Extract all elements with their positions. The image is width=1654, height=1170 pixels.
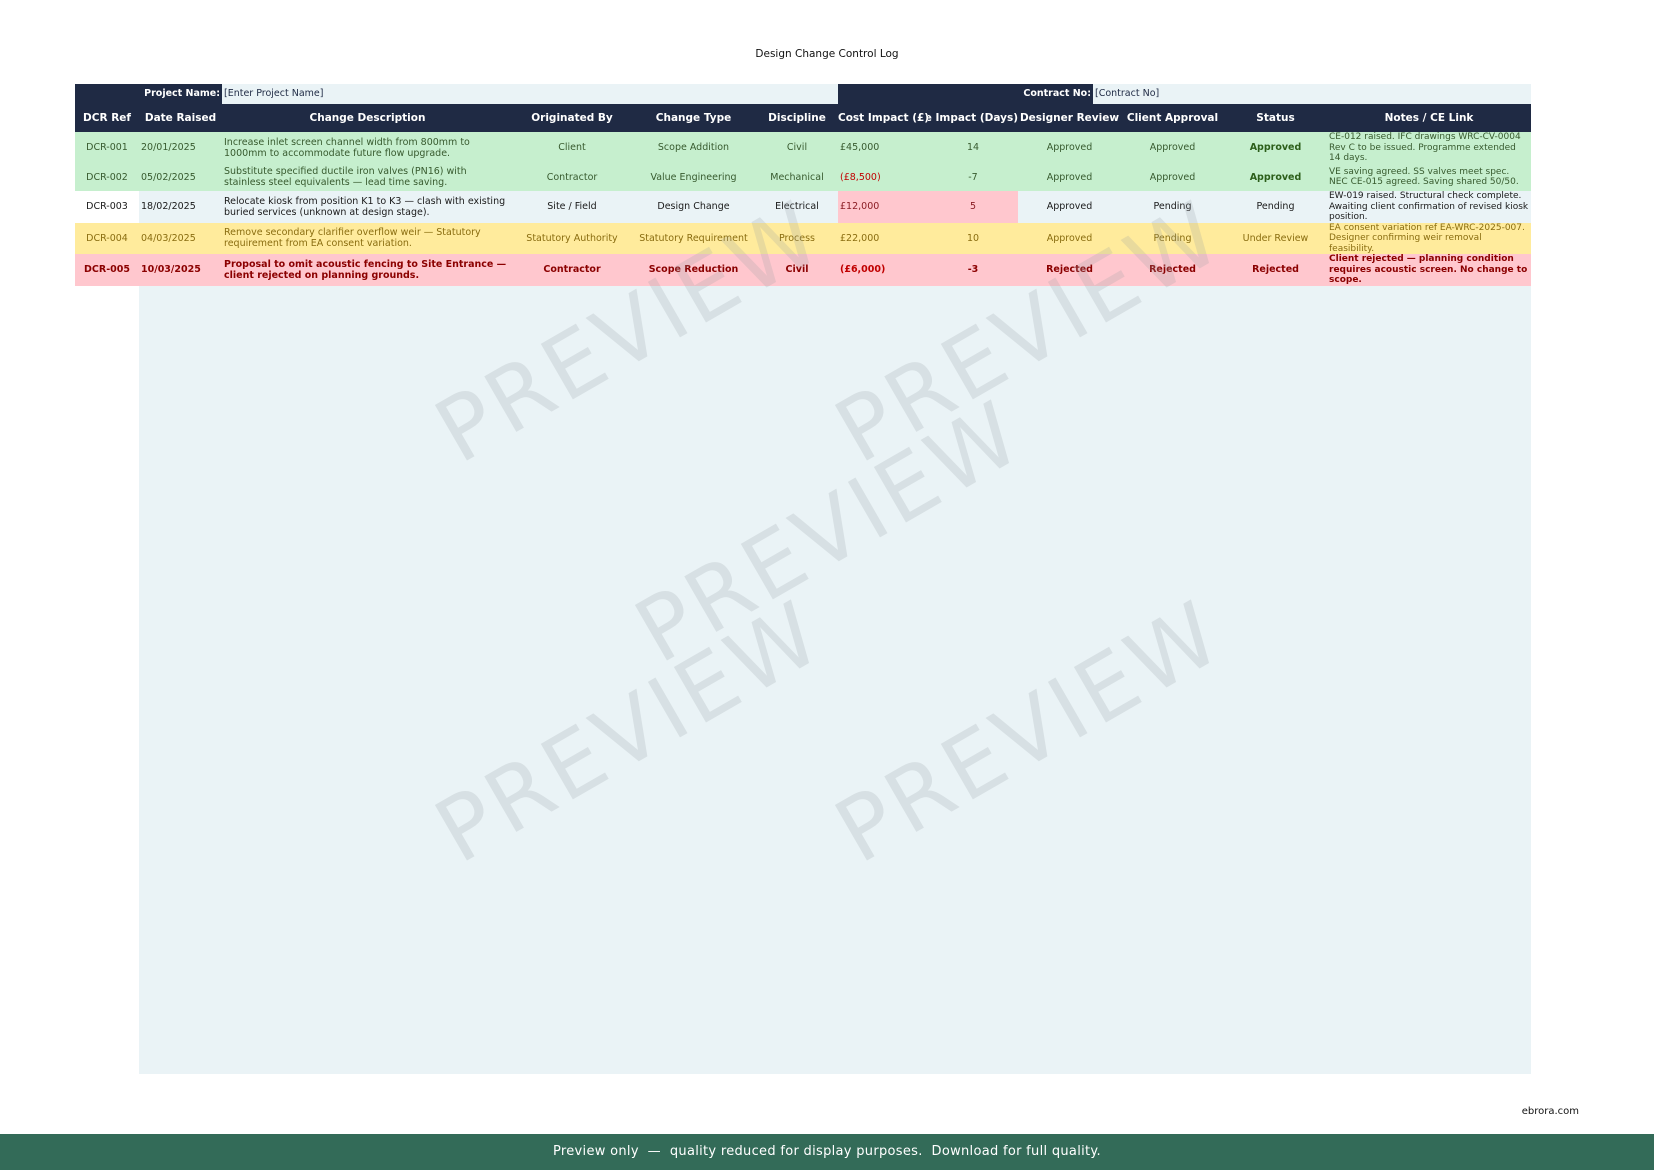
dcr-ref-cell[interactable]: DCR-005 (75, 254, 139, 286)
col-header-change-description[interactable]: Change Description (222, 104, 513, 132)
preview-footer-banner: Preview only — quality reduced for displ… (0, 1134, 1654, 1170)
time-impact-cell[interactable]: -7 (928, 163, 1018, 191)
description-cell[interactable]: Remove secondary clarifier overflow weir… (222, 222, 513, 254)
cost-impact-cell[interactable]: £22,000 (838, 222, 928, 254)
status-cell[interactable]: Approved (1224, 132, 1327, 164)
time-impact-cell[interactable]: -3 (928, 254, 1018, 286)
date-cell[interactable]: 18/02/2025 (139, 191, 222, 223)
time-impact-cell[interactable]: 10 (928, 222, 1018, 254)
col-header-time-impact[interactable]: Time Impact (Days) (928, 104, 1018, 132)
contract-no-field[interactable]: [Contract No] (1093, 84, 1531, 104)
designer-review-cell[interactable]: Approved (1018, 163, 1121, 191)
dcr-ref-cell[interactable]: DCR-004 (75, 222, 139, 254)
client-approval-cell[interactable]: Approved (1121, 132, 1224, 164)
status-cell[interactable]: Pending (1224, 191, 1327, 223)
project-name-label: Project Name: (75, 84, 222, 104)
description-cell[interactable]: Substitute specified ductile iron valves… (222, 163, 513, 191)
header-row: DCR Ref Date Raised Change Description O… (75, 104, 1531, 132)
cost-impact-cell[interactable]: £12,000 (838, 191, 928, 223)
date-cell[interactable]: 20/01/2025 (139, 132, 222, 164)
discipline-cell[interactable]: Mechanical (756, 163, 838, 191)
cost-impact-cell[interactable]: £45,000 (838, 132, 928, 164)
notes-cell[interactable]: CE-012 raised. IFC drawings WRC-CV-0004 … (1327, 132, 1531, 164)
col-header-originated-by[interactable]: Originated By (513, 104, 631, 132)
col-header-status[interactable]: Status (1224, 104, 1327, 132)
col-header-discipline[interactable]: Discipline (756, 104, 838, 132)
status-cell[interactable]: Rejected (1224, 254, 1327, 286)
change-type-cell[interactable]: Scope Addition (631, 132, 756, 164)
col-header-client-approval[interactable]: Client Approval (1121, 104, 1224, 132)
date-cell[interactable]: 05/02/2025 (139, 163, 222, 191)
col-header-notes[interactable]: Notes / CE Link (1327, 104, 1531, 132)
notes-cell[interactable]: Client rejected — planning condition req… (1327, 254, 1531, 286)
client-approval-cell[interactable]: Approved (1121, 163, 1224, 191)
status-cell[interactable]: Approved (1224, 163, 1327, 191)
originated-by-cell[interactable]: Client (513, 132, 631, 164)
dcr-ref-cell[interactable]: DCR-001 (75, 132, 139, 164)
date-cell[interactable]: 04/03/2025 (139, 222, 222, 254)
table-row[interactable]: DCR-001 20/01/2025 Increase inlet screen… (75, 132, 1531, 164)
col-header-dcr-ref[interactable]: DCR Ref (75, 104, 139, 132)
footer-text: Preview only — quality reduced for displ… (552, 1144, 1101, 1159)
description-cell[interactable]: Relocate kiosk from position K1 to K3 — … (222, 191, 513, 223)
description-cell[interactable]: Proposal to omit acoustic fencing to Sit… (222, 254, 513, 286)
designer-review-cell[interactable]: Approved (1018, 191, 1121, 223)
originated-by-cell[interactable]: Contractor (513, 163, 631, 191)
site-credit[interactable]: ebrora.com (1522, 1106, 1579, 1117)
col-header-designer-review[interactable]: Designer Review (1018, 104, 1121, 132)
dcr-ref-cell[interactable]: DCR-002 (75, 163, 139, 191)
discipline-cell[interactable]: Civil (756, 132, 838, 164)
date-cell[interactable]: 10/03/2025 (139, 254, 222, 286)
table-row[interactable]: DCR-002 05/02/2025 Substitute specified … (75, 163, 1531, 191)
notes-cell[interactable]: EA consent variation ref EA-WRC-2025-007… (1327, 222, 1531, 254)
change-type-cell[interactable]: Value Engineering (631, 163, 756, 191)
project-name-field[interactable]: [Enter Project Name] (222, 84, 913, 104)
cost-impact-cell[interactable]: (£8,500) (838, 163, 928, 191)
cost-impact-cell[interactable]: (£6,000) (838, 254, 928, 286)
project-info-row: Project Name: [Enter Project Name] Contr… (75, 84, 1531, 104)
col-header-cost-impact[interactable]: Cost Impact (£) (838, 104, 928, 132)
col-header-change-type[interactable]: Change Type (631, 104, 756, 132)
status-cell[interactable]: Under Review (1224, 222, 1327, 254)
originated-by-cell[interactable]: Statutory Authority (513, 222, 631, 254)
originated-by-cell[interactable]: Site / Field (513, 191, 631, 223)
dcr-ref-cell[interactable]: DCR-003 (75, 191, 139, 223)
notes-cell[interactable]: EW-019 raised. Structural check complete… (1327, 191, 1531, 223)
description-cell[interactable]: Increase inlet screen channel width from… (222, 132, 513, 164)
col-header-date-raised[interactable]: Date Raised (139, 104, 222, 132)
document-title: Design Change Control Log (755, 48, 899, 60)
time-impact-cell[interactable]: 5 (928, 191, 1018, 223)
notes-cell[interactable]: VE saving agreed. SS valves meet spec. N… (1327, 163, 1531, 191)
contract-no-label: Contract No: (838, 84, 1093, 104)
time-impact-cell[interactable]: 14 (928, 132, 1018, 164)
designer-review-cell[interactable]: Approved (1018, 132, 1121, 164)
